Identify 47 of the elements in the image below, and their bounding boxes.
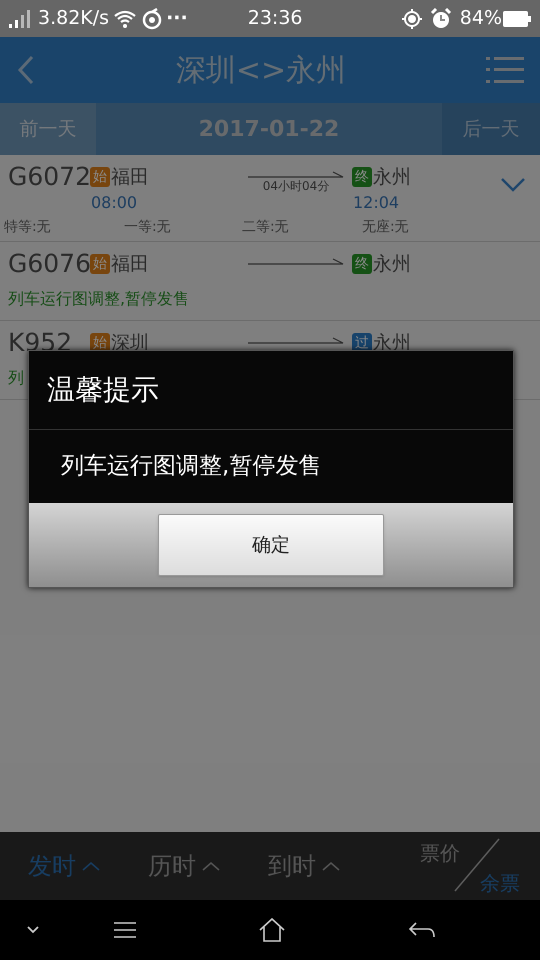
sale-notice: 列车运行图调整,暂停发售 xyxy=(8,288,190,310)
home-icon[interactable] xyxy=(258,917,286,943)
alarm-icon xyxy=(430,8,452,30)
seat-availability: 一等:无 xyxy=(123,218,172,237)
dialog-title: 温馨提示 xyxy=(47,372,159,408)
station-badge: 终 xyxy=(352,254,372,274)
caret-icon xyxy=(82,861,100,871)
menu-icon[interactable] xyxy=(112,921,138,939)
back-icon[interactable] xyxy=(408,921,436,939)
station-name: 福田 xyxy=(111,164,149,190)
network-speed: 3.82K/s xyxy=(38,6,110,32)
station-name: 福田 xyxy=(111,252,149,277)
train-number: G6076 xyxy=(7,250,90,278)
sort-tab[interactable]: 到时 xyxy=(268,848,340,884)
station-badge: 始 xyxy=(90,167,110,187)
swirl-icon xyxy=(141,8,164,30)
collapse-icon[interactable] xyxy=(26,925,40,935)
caret-icon xyxy=(202,861,220,871)
location-icon xyxy=(402,8,422,28)
departure-time: 08:00 xyxy=(91,192,138,214)
sort-tab[interactable]: 发时 xyxy=(28,848,100,884)
station-name: 永州 xyxy=(373,164,411,190)
page-title: 深圳<>永州 xyxy=(174,52,348,90)
price-toggle[interactable]: 票价 余票 xyxy=(420,834,520,898)
station-badge: 终 xyxy=(352,167,372,187)
battery-percent: 84% xyxy=(460,6,502,32)
caret-icon xyxy=(322,861,340,871)
arrival-time: 12:04 xyxy=(353,192,400,214)
confirm-button[interactable]: 确定 xyxy=(158,514,384,576)
sale-notice: 列 xyxy=(8,367,24,389)
clock-time: 23:36 xyxy=(248,6,302,32)
signal-icon xyxy=(8,8,32,28)
battery-icon xyxy=(502,10,532,28)
seat-availability: 无座:无 xyxy=(361,218,410,237)
station-name: 永州 xyxy=(373,252,411,277)
sort-tab[interactable]: 历时 xyxy=(148,848,220,884)
train-number: G6072 xyxy=(7,163,90,191)
date-label: 2017-01-22 xyxy=(198,116,340,144)
wifi-icon xyxy=(113,8,138,28)
chevron-icon[interactable] xyxy=(500,177,526,193)
seat-availability: 特等:无 xyxy=(3,218,52,237)
seat-availability: 二等:无 xyxy=(241,218,290,237)
station-badge: 始 xyxy=(90,254,110,274)
more-dots: ··· xyxy=(166,6,188,32)
station-name: 深圳 xyxy=(111,330,149,356)
dialog-message: 列车运行图调整,暂停发售 xyxy=(61,452,322,482)
duration-label: 04小时04分 xyxy=(262,179,330,193)
